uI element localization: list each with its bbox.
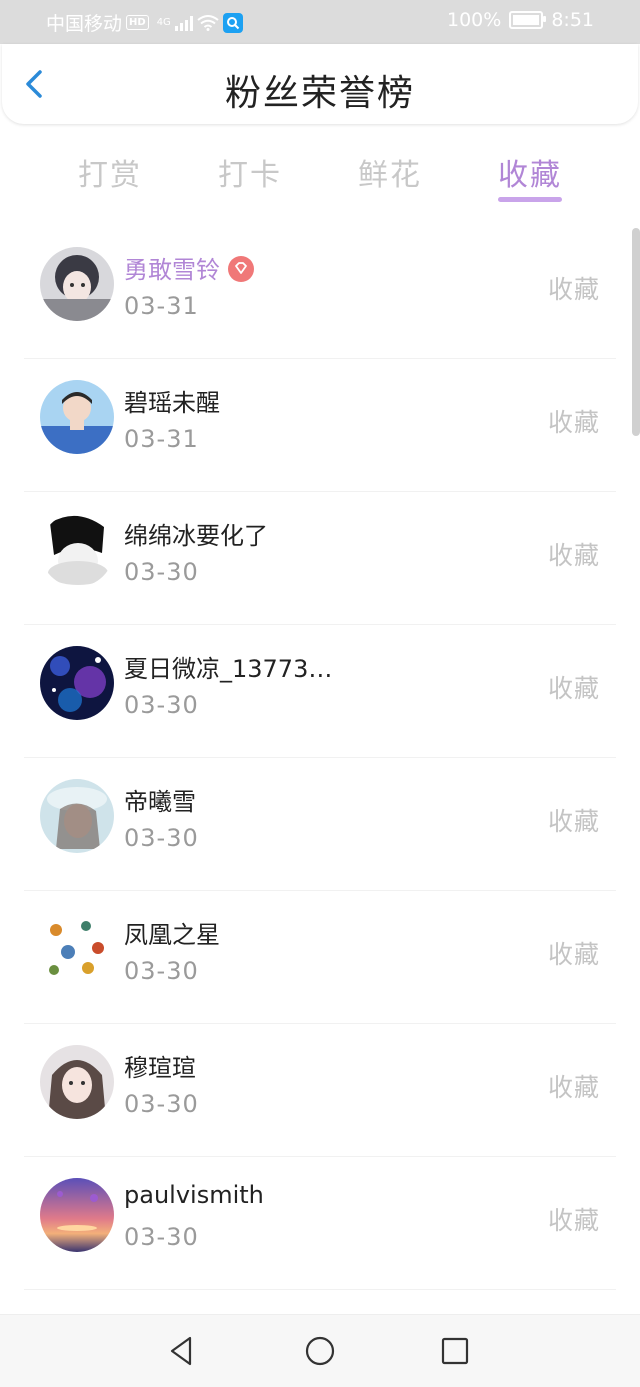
action-label: 收藏: [547, 275, 600, 304]
action-label: 收藏: [547, 1073, 600, 1102]
avatar[interactable]: [40, 646, 114, 720]
tab-bar: 打赏 打卡 鲜花 收藏: [0, 140, 640, 210]
status-left: 中国移动 HD 4G: [46, 9, 243, 36]
fan-name: 碧瑶未醒: [124, 389, 220, 417]
avatar[interactable]: [40, 779, 114, 853]
tab-reward[interactable]: 打赏: [60, 150, 160, 194]
fan-name: paulvismith: [124, 1181, 264, 1209]
search-app-icon: [222, 12, 243, 33]
tab-checkin[interactable]: 打卡: [200, 150, 300, 194]
fan-name: 勇敢雪铃: [124, 250, 254, 285]
list-item[interactable]: paulvismith 03-30 收藏: [0, 1157, 640, 1290]
battery-percent: 100%: [447, 9, 502, 31]
fan-date: 03-30: [124, 957, 199, 985]
avatar[interactable]: [40, 247, 114, 321]
action-label: 收藏: [547, 940, 600, 969]
active-tab-indicator: [498, 197, 562, 202]
action-label: 收藏: [547, 1206, 600, 1235]
system-nav-bar: [0, 1314, 640, 1387]
action-label: 收藏: [547, 541, 600, 570]
hd-badge: HD: [126, 15, 149, 30]
recents-square-icon[interactable]: [437, 1333, 473, 1369]
page-title: 粉丝荣誉榜: [224, 73, 415, 114]
fan-name: 夏日微凉_13773…: [124, 655, 333, 683]
list-item[interactable]: 穆瑄瑄 03-30 收藏: [0, 1024, 640, 1157]
carrier-label: 中国移动: [46, 13, 123, 35]
vip-diamond-icon: [228, 256, 254, 282]
avatar[interactable]: [40, 912, 114, 986]
avatar[interactable]: [40, 1045, 114, 1119]
list-item[interactable]: 夏日微凉_13773… 03-30 收藏: [0, 625, 640, 758]
fan-date: 03-30: [124, 1090, 199, 1118]
fan-name-text: 勇敢雪铃: [124, 256, 220, 284]
home-circle-icon[interactable]: [302, 1333, 338, 1369]
back-triangle-icon[interactable]: [164, 1333, 200, 1369]
battery-icon: [509, 11, 547, 29]
list-item[interactable]: 凤凰之星 03-30 收藏: [0, 891, 640, 1024]
tab-flowers[interactable]: 鲜花: [340, 150, 440, 194]
fan-name: 凤凰之星: [124, 921, 220, 949]
fan-date: 03-30: [124, 558, 199, 586]
list-item[interactable]: 绵绵冰要化了 03-30 收藏: [0, 492, 640, 625]
action-label: 收藏: [547, 807, 600, 836]
fan-date: 03-30: [124, 1223, 199, 1251]
signal-icon: [174, 15, 193, 31]
avatar[interactable]: [40, 513, 114, 587]
network-type: 4G: [156, 17, 171, 28]
fan-name: 绵绵冰要化了: [124, 522, 268, 550]
status-right: 100% 8:51: [447, 9, 594, 31]
scrollbar[interactable]: [632, 228, 640, 436]
fan-date: 03-31: [124, 292, 199, 320]
fan-date: 03-30: [124, 824, 199, 852]
fan-date: 03-30: [124, 691, 199, 719]
fan-name: 穆瑄瑄: [124, 1054, 196, 1082]
wifi-icon: [197, 14, 219, 31]
list-item[interactable]: 碧瑶未醒 03-31 收藏: [0, 359, 640, 492]
fan-date: 03-31: [124, 425, 199, 453]
status-bar: 中国移动 HD 4G 100% 8:51: [0, 0, 640, 44]
tab-favorites[interactable]: 收藏: [480, 150, 580, 194]
fan-list: 勇敢雪铃 03-31 收藏 碧瑶未醒 03-31 收藏 绵绵冰要化了 03-30…: [0, 226, 640, 1290]
list-item[interactable]: 勇敢雪铃 03-31 收藏: [0, 226, 640, 359]
avatar[interactable]: [40, 1178, 114, 1252]
action-label: 收藏: [547, 674, 600, 703]
fan-name: 帝曦雪: [124, 788, 196, 816]
page-header: 粉丝荣誉榜: [2, 44, 638, 124]
action-label: 收藏: [547, 408, 600, 437]
avatar[interactable]: [40, 380, 114, 454]
fan-honor-screen: 中国移动 HD 4G 100% 8:51 粉丝荣誉榜 打赏 打卡 鲜花 收藏 勇…: [0, 0, 640, 1387]
list-item[interactable]: 帝曦雪 03-30 收藏: [0, 758, 640, 891]
clock: 8:51: [551, 9, 594, 31]
